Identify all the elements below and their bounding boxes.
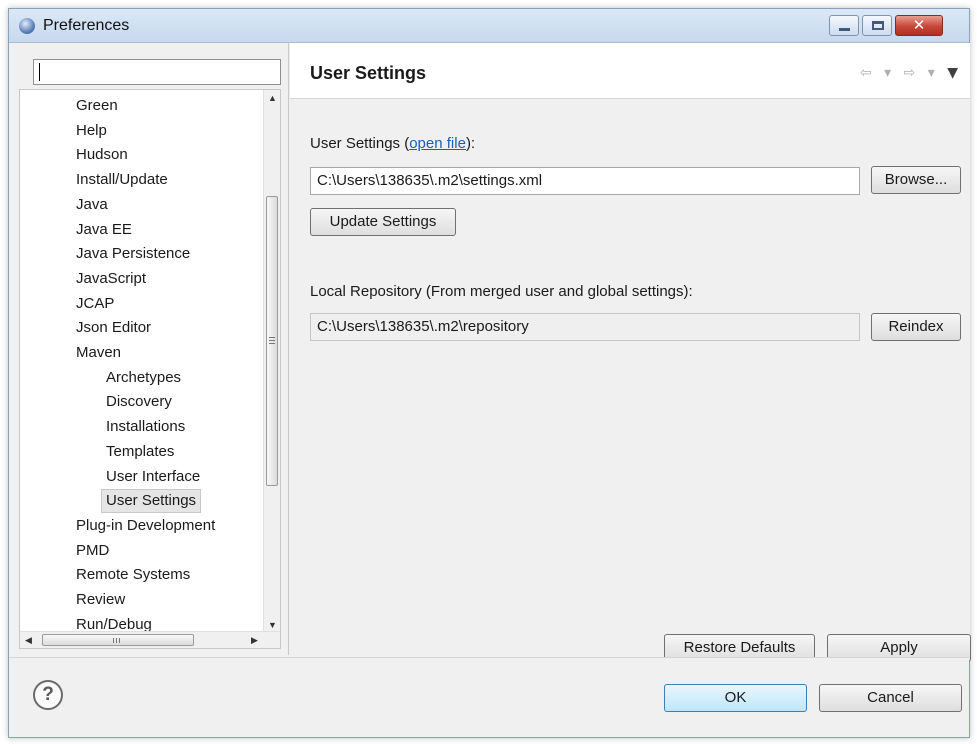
tree-item[interactable]: Hudson	[76, 143, 128, 167]
preferences-tree[interactable]: Green Help Hudson Install/Update Java Java EE…	[19, 89, 281, 649]
maximize-icon	[872, 21, 884, 30]
tree-item[interactable]: Java Persistence	[76, 242, 190, 266]
reindex-button[interactable]: Reindex	[871, 313, 961, 341]
vertical-scroll-thumb[interactable]	[266, 196, 278, 486]
horizontal-scroll-thumb[interactable]	[42, 634, 194, 646]
open-file-suffix: ):	[465, 135, 476, 152]
ok-button[interactable]: OK	[664, 684, 807, 712]
cancel-button[interactable]: Cancel	[819, 684, 962, 712]
tree-item[interactable]: Help	[76, 119, 107, 143]
scroll-right-arrow-icon[interactable]: ▶	[246, 632, 263, 648]
back-menu-icon[interactable]: ▾	[884, 65, 891, 81]
tree-item[interactable]: Review	[76, 588, 125, 612]
scroll-left-arrow-icon[interactable]: ◀	[20, 632, 37, 648]
tree-item[interactable]: PMD	[76, 539, 109, 563]
user-settings-label-text: User Settings	[310, 135, 401, 152]
close-icon: ✕	[912, 16, 926, 34]
forward-menu-icon[interactable]: ▾	[928, 65, 935, 81]
help-icon[interactable]: ?	[33, 680, 63, 710]
update-settings-button[interactable]: Update Settings	[310, 208, 456, 236]
tree-item[interactable]: Templates	[106, 440, 174, 464]
tree-item[interactable]: Java	[76, 193, 108, 217]
tree-item[interactable]: Plug-in Development	[76, 514, 215, 538]
dialog-footer: ? OK Cancel	[9, 657, 969, 737]
browse-button[interactable]: Browse...	[871, 166, 961, 194]
tree-item[interactable]: Discovery	[106, 390, 172, 414]
tree-item[interactable]: Green	[76, 94, 118, 118]
page-navigation: ⇦ ▾ ⇨ ▾ ▼	[852, 65, 958, 81]
tree-item[interactable]: User Interface	[106, 465, 200, 489]
tree-item[interactable]: Json Editor	[76, 316, 151, 340]
tree-item[interactable]: JavaScript	[76, 267, 146, 291]
pane-splitter[interactable]	[288, 43, 289, 655]
local-repository-label: Local Repository (From merged user and g…	[310, 283, 693, 300]
minimize-icon	[839, 28, 850, 31]
eclipse-app-icon	[19, 18, 35, 34]
tree-item[interactable]: User Settings	[101, 489, 202, 514]
preference-page: User Settings ⇦ ▾ ⇨ ▾ ▼ User Settings (o…	[290, 43, 971, 662]
window-title: Preferences	[43, 17, 130, 34]
tree-item[interactable]: Maven	[76, 341, 121, 365]
title-bar[interactable]: Preferences ✕	[9, 9, 969, 43]
back-arrow-icon[interactable]: ⇦	[860, 65, 872, 81]
tree-item[interactable]: Install/Update	[76, 168, 168, 192]
view-menu-icon[interactable]: ▼	[947, 65, 958, 81]
settings-file-field[interactable]: C:\Users\138635\.m2\settings.xml	[310, 167, 860, 195]
filter-input[interactable]	[33, 59, 281, 85]
scroll-up-arrow-icon[interactable]: ▲	[264, 90, 280, 107]
text-caret	[39, 63, 40, 81]
tree-vertical-scrollbar[interactable]: ▲ ▼	[263, 90, 280, 634]
maximize-button[interactable]	[862, 15, 892, 36]
open-file-link[interactable]: open file	[409, 135, 466, 152]
tree-horizontal-scrollbar[interactable]: ◀ ▶	[20, 631, 280, 648]
user-settings-label: User Settings (open file):	[310, 135, 475, 152]
tree-item[interactable]: Archetypes	[106, 366, 181, 390]
close-button[interactable]: ✕	[895, 15, 943, 36]
forward-arrow-icon[interactable]: ⇨	[904, 65, 916, 81]
page-title: User Settings	[310, 63, 427, 83]
preferences-window: Preferences ✕ Green Help Hudson Install/Upd…	[8, 8, 971, 738]
local-repository-field: C:\Users\138635\.m2\repository	[310, 313, 860, 341]
page-header: User Settings ⇦ ▾ ⇨ ▾ ▼	[290, 43, 970, 99]
preferences-navigation-pane: Green Help Hudson Install/Update Java Java EE…	[19, 53, 281, 651]
tree-item[interactable]: JCAP	[76, 292, 114, 316]
scroll-grip-icon	[113, 638, 114, 643]
minimize-button[interactable]	[829, 15, 859, 36]
tree-item[interactable]: Java EE	[76, 218, 132, 242]
scroll-grip-icon	[269, 337, 275, 338]
tree-item[interactable]: Remote Systems	[76, 563, 190, 587]
tree-item[interactable]: Installations	[106, 415, 185, 439]
